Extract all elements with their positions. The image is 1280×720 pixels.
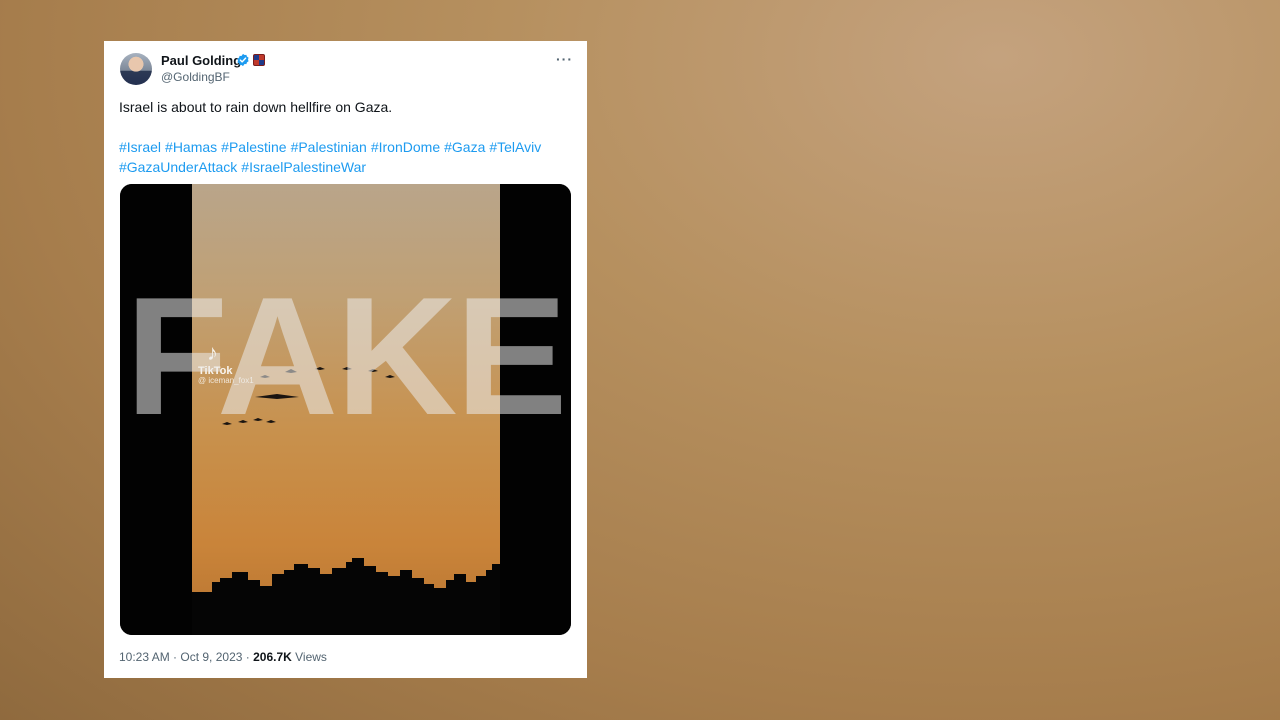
meta-separator: · bbox=[169, 650, 181, 664]
tweet-media-video[interactable]: ♪ TikTok @ iceman_fox1 FAKE bbox=[120, 184, 571, 635]
views-count[interactable]: 206.7K bbox=[253, 650, 292, 664]
verified-badge-icon bbox=[237, 53, 249, 67]
hashtag-link[interactable]: #GazaUnderAttack bbox=[119, 159, 237, 175]
hashtag-link[interactable]: #TelAviv bbox=[489, 139, 541, 155]
avatar[interactable] bbox=[120, 53, 152, 85]
author-handle[interactable]: @GoldingBF bbox=[161, 70, 230, 84]
tweet-text: Israel is about to rain down hellfire on… bbox=[119, 99, 393, 115]
tweet-card: Paul Golding @GoldingBF ··· Israel is ab… bbox=[104, 41, 587, 678]
tweet-time[interactable]: 10:23 AM bbox=[119, 650, 170, 664]
hashtag-link[interactable]: #Palestine bbox=[221, 139, 286, 155]
hashtag-list: #Israel #Hamas #Palestine #Palestinian #Iron… bbox=[119, 137, 574, 177]
video-frame bbox=[120, 184, 571, 635]
tiktok-logo-icon: ♪ bbox=[207, 340, 218, 365]
tweet-date[interactable]: Oct 9, 2023 bbox=[180, 650, 242, 664]
hashtag-link[interactable]: #Hamas bbox=[165, 139, 217, 155]
hashtag-link[interactable]: #IsraelPalestineWar bbox=[241, 159, 366, 175]
tweet-metadata: 10:23 AM · Oct 9, 2023 · 206.7K Views bbox=[119, 650, 327, 664]
hashtag-link[interactable]: #Gaza bbox=[444, 139, 485, 155]
hashtag-link[interactable]: #Palestinian bbox=[291, 139, 367, 155]
more-options-icon[interactable]: ··· bbox=[556, 51, 573, 67]
affiliate-badge-icon bbox=[253, 54, 265, 66]
hashtag-link[interactable]: #IronDome bbox=[371, 139, 440, 155]
hashtag-link[interactable]: #Israel bbox=[119, 139, 161, 155]
author-name[interactable]: Paul Golding bbox=[161, 53, 241, 68]
tiktok-username: @ iceman_fox1 bbox=[198, 376, 254, 385]
views-label: Views bbox=[291, 650, 327, 664]
meta-separator: · bbox=[242, 650, 254, 664]
tiktok-watermark: ♪ TikTok @ iceman_fox1 bbox=[198, 340, 254, 386]
